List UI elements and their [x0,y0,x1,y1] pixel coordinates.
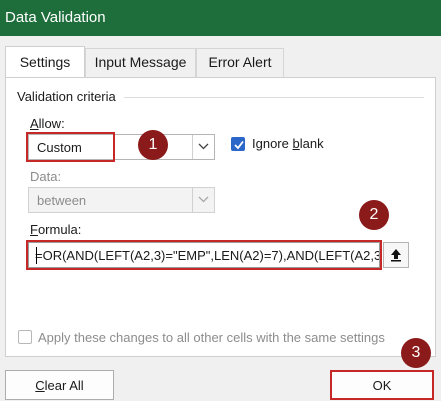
data-dropdown-button [192,188,214,212]
window-title: Data Validation [5,9,106,26]
ok-button[interactable]: OK [330,370,434,400]
upload-arrow-icon [391,249,401,262]
data-select-value: between [37,193,87,208]
title-bar: Data Validation [0,0,441,36]
tab-settings[interactable]: Settings [5,46,85,78]
group-divider [124,97,424,98]
data-label: Data: [30,169,62,184]
ignore-blank-checkbox[interactable] [231,137,245,151]
checkmark-icon [234,140,244,150]
chevron-down-icon [198,196,209,203]
tab-error-alert[interactable]: Error Alert [196,48,284,77]
step-badge-3: 3 [401,338,431,368]
allow-label: Allow: [30,116,65,131]
formula-label: Formula: [30,222,81,237]
allow-highlight-box [26,132,115,162]
ignore-blank-label-accel: b [292,136,300,151]
formula-highlight-box [26,240,382,270]
tab-input-message[interactable]: Input Message [85,48,196,77]
ignore-blank-label-rest: lank [299,136,324,151]
formula-label-accel: F [30,222,38,237]
ignore-blank-label[interactable]: Ignore blank [252,136,324,151]
apply-all-checkbox[interactable] [18,330,32,344]
allow-label-rest: llow: [38,116,65,131]
formula-label-rest: ormula: [37,222,82,237]
collapse-dialog-button[interactable] [383,242,409,268]
step-badge-2: 2 [359,200,389,230]
step-badge-1: 1 [138,130,168,160]
validation-criteria-heading: Validation criteria [17,89,120,104]
clear-all-accel: C [35,378,45,393]
chevron-down-icon [198,143,209,150]
allow-label-accel: A [30,116,39,131]
ignore-blank-label-prefix: Ignore [252,136,293,151]
allow-dropdown-button[interactable] [192,135,214,159]
clear-all-rest: lear All [44,378,84,393]
clear-all-button[interactable]: Clear All [5,370,114,400]
data-select: between [28,187,215,213]
apply-all-label: Apply these changes to all other cells w… [38,330,385,345]
